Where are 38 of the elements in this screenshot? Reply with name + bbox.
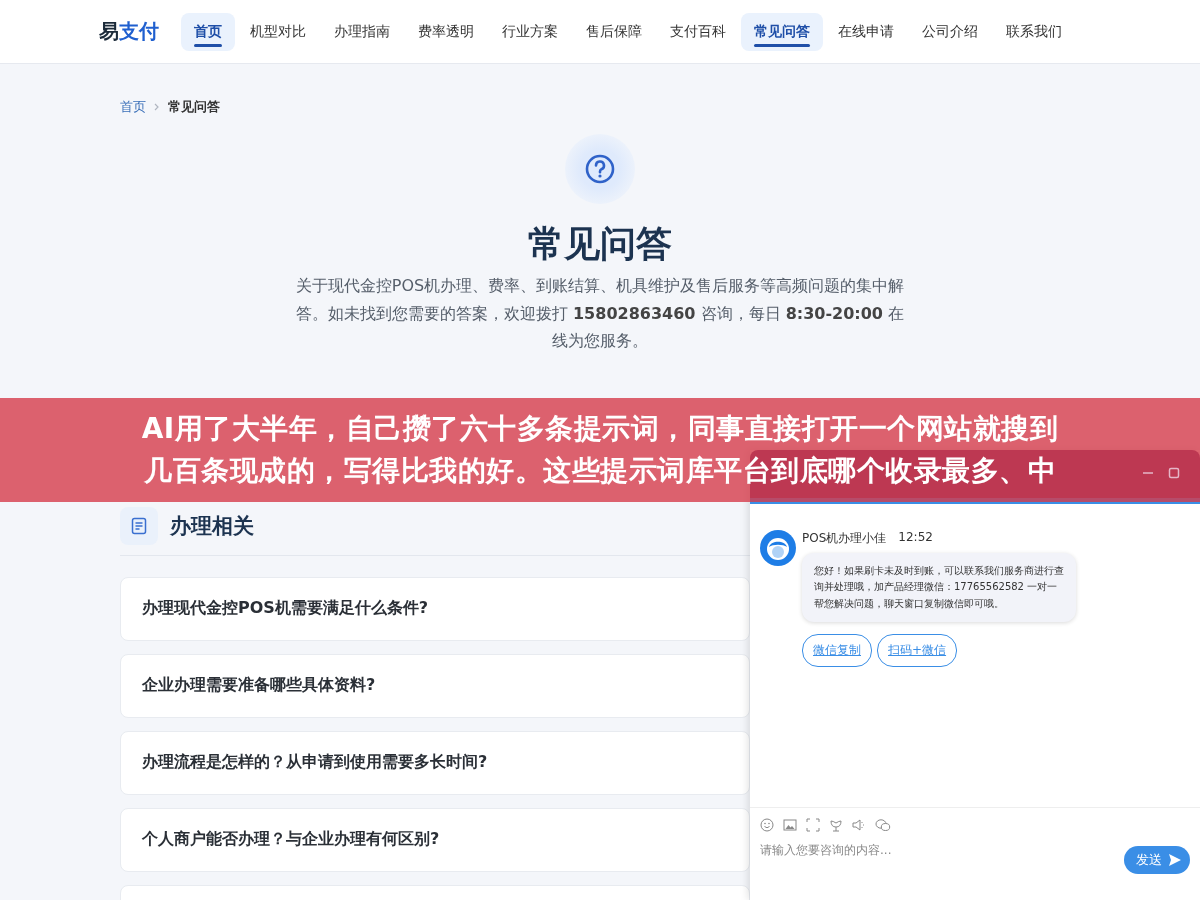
breadcrumb-link[interactable]: 首页 bbox=[120, 98, 146, 116]
caption-text: AI用了大半年，自己攒了六十多条提示词，同事直接打开一个网站就搜到 bbox=[141, 411, 1059, 447]
section-title: 办理相关 bbox=[170, 512, 254, 540]
maximize-icon[interactable] bbox=[1168, 467, 1180, 479]
fullscreen-icon[interactable] bbox=[806, 817, 820, 832]
avatar-icon bbox=[760, 529, 796, 566]
breadcrumb-current: 常见问答 bbox=[168, 98, 220, 116]
quick-reply-button[interactable]: 微信复制 bbox=[802, 634, 872, 668]
faq-item[interactable]: 个人商户能否办理？与企业办理有何区别? bbox=[120, 807, 750, 872]
send-icon bbox=[1168, 852, 1182, 867]
chevron-icon bbox=[154, 103, 160, 111]
nav-tab[interactable]: 机型对比 bbox=[237, 12, 319, 51]
speaker-icon[interactable] bbox=[852, 817, 866, 832]
wechat-icon[interactable] bbox=[875, 817, 891, 832]
faq-item[interactable]: 办理流程是怎样的？从申请到使用需要多长时间? bbox=[120, 730, 750, 795]
message-time: 12:52 bbox=[898, 529, 933, 546]
nav-tab[interactable]: 首页 bbox=[181, 12, 235, 51]
nav-tab[interactable]: 费率透明 bbox=[405, 12, 487, 51]
nav-tab[interactable]: 公司介绍 bbox=[909, 12, 991, 51]
message-bubble: 您好！如果刷卡未及时到账，可以联系我们服务商进行查询并处理哦，加产品经理微信：17765562582 一对一帮您解决问题，聊天窗口复制微信即可哦。 bbox=[802, 552, 1076, 623]
logo[interactable]: 易支付 bbox=[99, 18, 159, 45]
faq-item[interactable]: 企业办理需要准备哪些具体资料? bbox=[120, 653, 750, 718]
nav-tab[interactable]: 行业方案 bbox=[489, 12, 571, 51]
image-icon[interactable] bbox=[783, 817, 797, 832]
quick-reply-button[interactable]: 扫码+微信 bbox=[877, 634, 958, 668]
nav-tab[interactable]: 售后保障 bbox=[573, 12, 655, 51]
nav-tab[interactable]: 办理指南 bbox=[321, 12, 403, 51]
faq-item[interactable]: 办理现代金控POS机需要满足什么条件? bbox=[120, 576, 750, 641]
nav-tab[interactable]: 常见问答 bbox=[741, 12, 823, 51]
agent-name: POS机办理小佳 bbox=[802, 529, 887, 547]
nav-tab[interactable]: 支付百科 bbox=[657, 12, 739, 51]
page-description: 关于现代金控POS机办理、费率、到账结算、机具维护及售后服务等高频问题的集中解答。如未找到您需要的答案，欢迎拨打 15802863460 咨询，每日 8:30-20:00 在线为您服务。 bbox=[294, 275, 906, 352]
emoji-icon[interactable] bbox=[760, 817, 774, 832]
document-icon bbox=[120, 506, 158, 545]
caption-text: 几百条现成的，写得比我的好。这些提示词库平台到底哪个收录最多、中 bbox=[144, 453, 1056, 489]
page-title: 常见问答 bbox=[528, 222, 672, 266]
nav-tab[interactable]: 联系我们 bbox=[993, 12, 1075, 51]
nav-tab[interactable]: 在线申请 bbox=[825, 12, 907, 51]
